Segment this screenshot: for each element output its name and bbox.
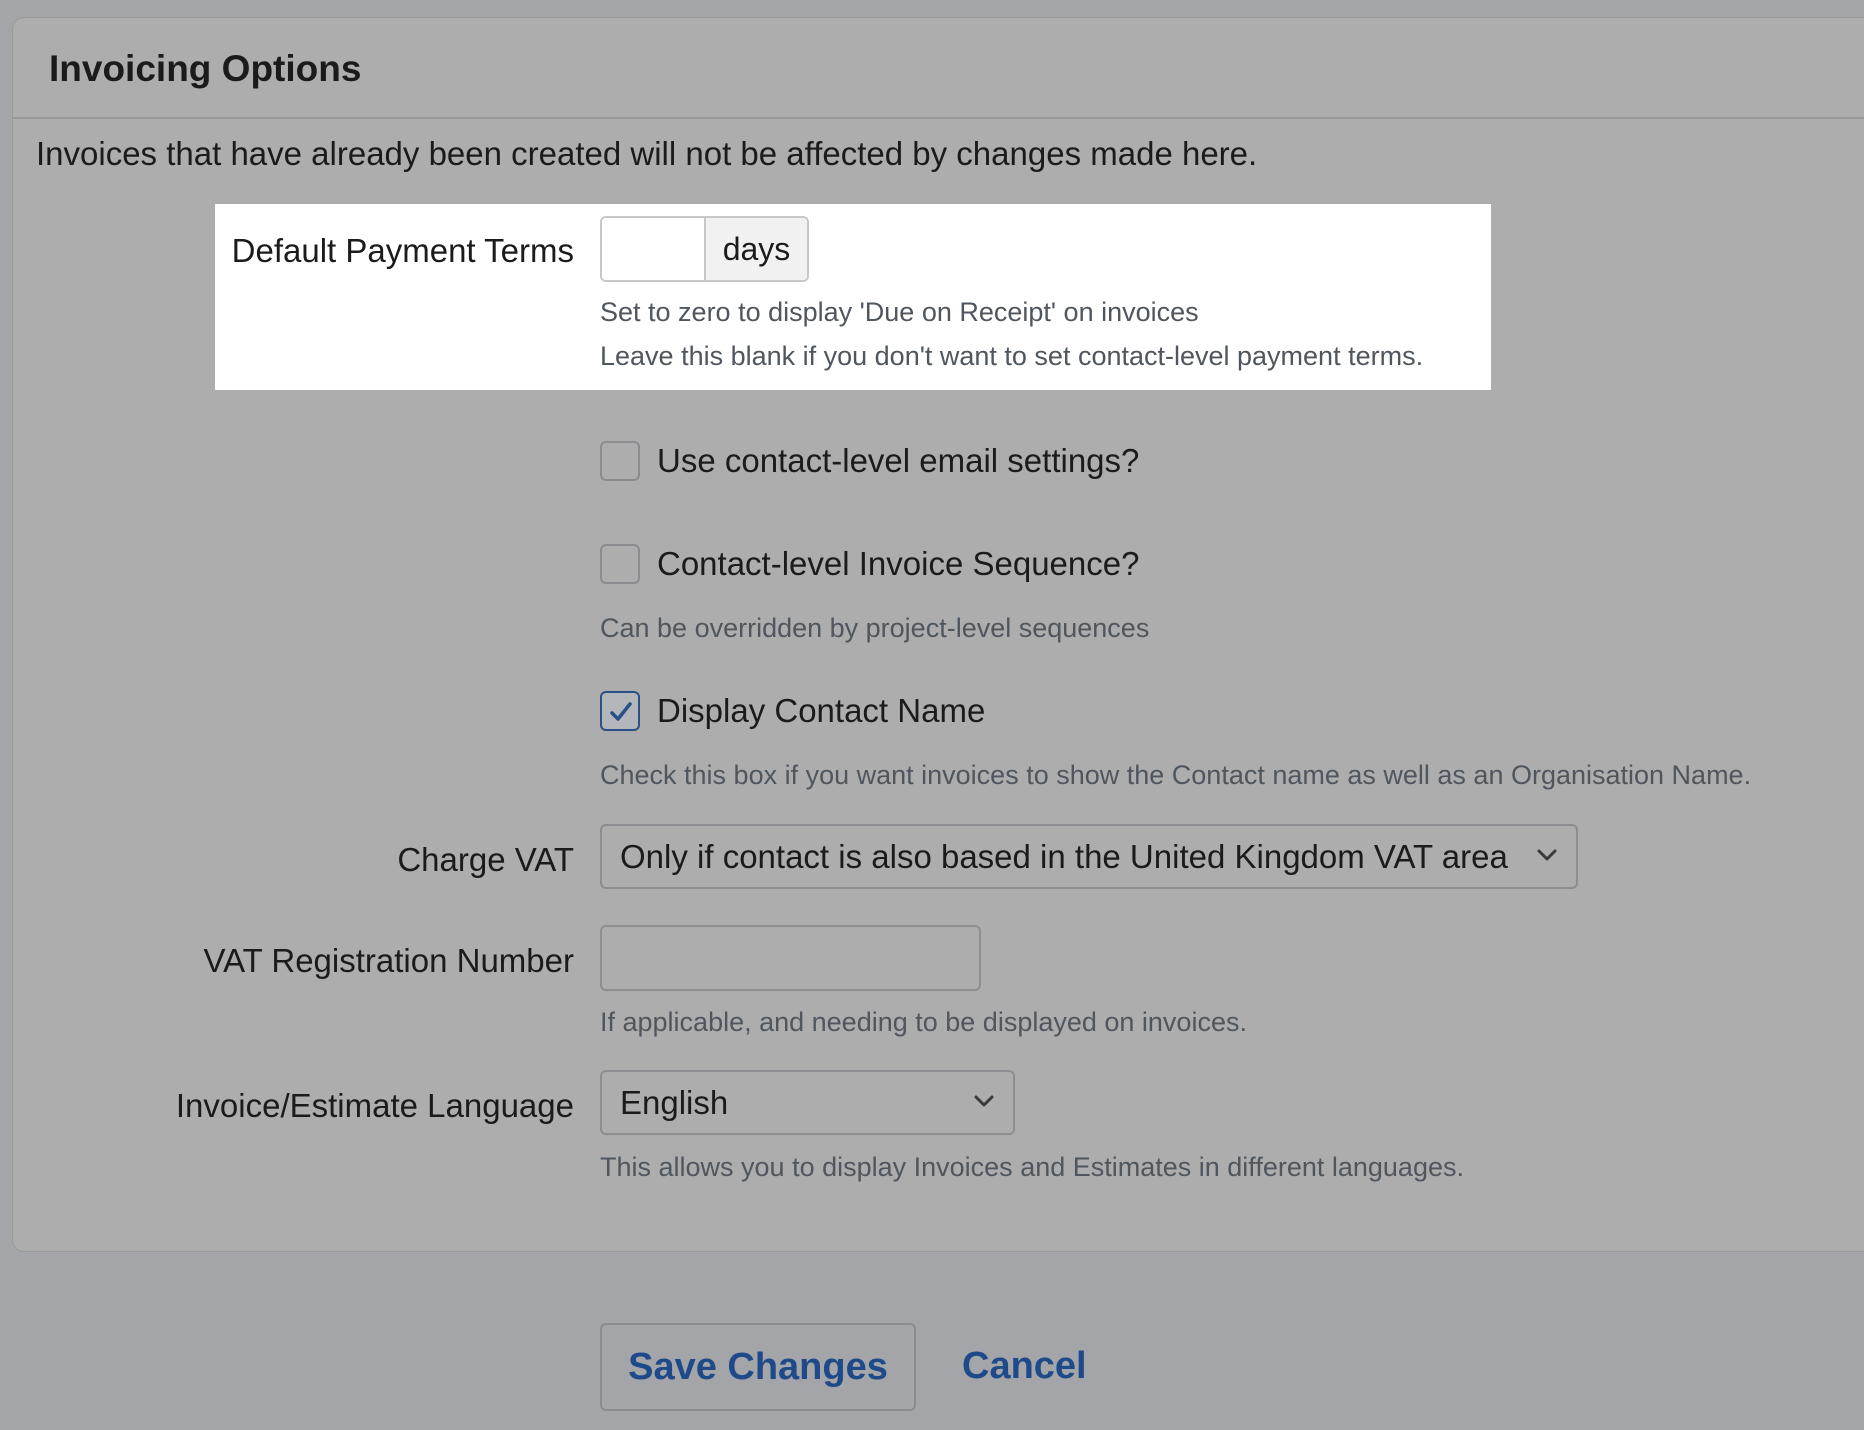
payment-terms-label: Default Payment Terms <box>231 232 574 269</box>
payment-terms-help-2: Leave this blank if you don't want to se… <box>600 341 1424 371</box>
chevron-down-icon <box>974 1095 994 1107</box>
chevron-down-icon <box>1537 849 1557 861</box>
charge-vat-label: Charge VAT <box>397 841 574 878</box>
vat-number-label: VAT Registration Number <box>203 942 574 979</box>
language-selected: English <box>620 1083 729 1121</box>
language-select[interactable]: English <box>600 1070 1015 1135</box>
checkmark-icon <box>610 702 632 721</box>
panel-title: Invoicing Options <box>49 48 362 89</box>
email-settings-label[interactable]: Use contact-level email settings? <box>657 442 1139 480</box>
display-contact-checkbox[interactable] <box>600 691 640 731</box>
charge-vat-selected: Only if contact is also based in the Uni… <box>620 837 1508 875</box>
panel-header: Invoicing Options <box>13 18 1864 119</box>
display-contact-label[interactable]: Display Contact Name <box>657 692 985 730</box>
language-label: Invoice/Estimate Language <box>175 1087 574 1124</box>
email-settings-checkbox[interactable] <box>600 441 640 481</box>
payment-terms-input-group: days <box>600 216 809 282</box>
invoice-sequence-checkbox[interactable] <box>600 544 640 584</box>
invoice-sequence-label[interactable]: Contact-level Invoice Sequence? <box>657 545 1139 583</box>
payment-terms-help-1: Set to zero to display 'Due on Receipt' … <box>600 297 1199 327</box>
invoice-sequence-help: Can be overridden by project-level seque… <box>600 613 1150 643</box>
charge-vat-select[interactable]: Only if contact is also based in the Uni… <box>600 824 1578 889</box>
save-changes-button[interactable]: Save Changes <box>600 1323 916 1411</box>
vat-number-input[interactable] <box>600 925 981 991</box>
vat-number-help: If applicable, and needing to be display… <box>600 1007 1247 1037</box>
intro-text: Invoices that have already been created … <box>36 135 1258 172</box>
language-help: This allows you to display Invoices and … <box>600 1152 1464 1182</box>
cancel-link[interactable]: Cancel <box>962 1345 1087 1388</box>
payment-terms-input[interactable] <box>602 218 704 280</box>
days-addon: days <box>704 218 807 280</box>
display-contact-help: Check this box if you want invoices to s… <box>600 760 1752 790</box>
